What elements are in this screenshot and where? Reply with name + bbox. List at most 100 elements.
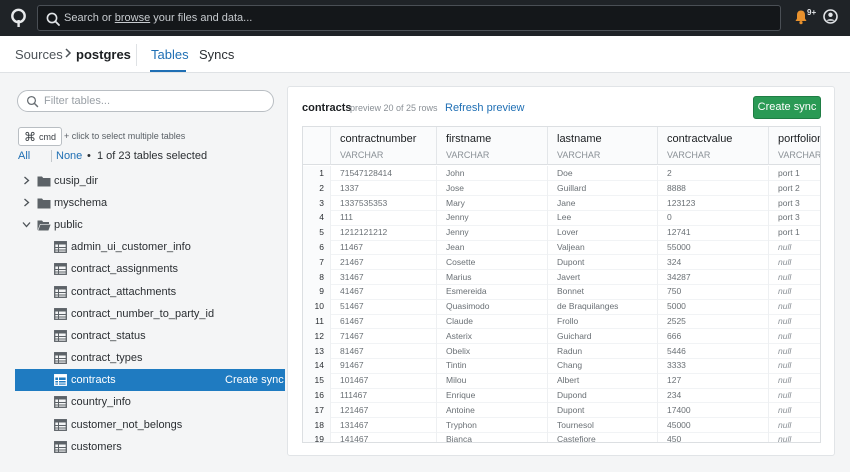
table-cell[interactable]: 101467 [331, 373, 437, 388]
table-cell[interactable]: Jose [437, 180, 548, 196]
select-none-link[interactable]: None [56, 150, 82, 162]
table-cell[interactable]: Javert [548, 269, 658, 285]
table-cell[interactable]: 61467 [331, 314, 437, 329]
table-item-contract-status[interactable]: contract_status [15, 325, 285, 347]
table-cell[interactable]: port 1 [769, 166, 820, 181]
table-cell[interactable]: Castefiore [548, 432, 658, 442]
table-cell[interactable]: Esmereida [437, 284, 548, 300]
table-cell[interactable]: Quasimodo [437, 299, 548, 314]
table-cell[interactable]: Enrique [437, 388, 548, 403]
table-cell[interactable]: Dupont [548, 402, 658, 418]
tab-syncs[interactable]: Syncs [199, 47, 234, 62]
table-cell[interactable]: Mary [437, 195, 548, 211]
breadcrumb-sources[interactable]: Sources [15, 47, 63, 62]
table-cell[interactable]: 2 [658, 166, 769, 181]
table-cell[interactable]: null [769, 240, 820, 255]
table-cell[interactable]: Guillard [548, 180, 658, 196]
table-cell[interactable]: Guichard [548, 328, 658, 344]
global-search-input[interactable]: Search or browse your files and data... [37, 5, 781, 31]
table-cell[interactable]: Milou [437, 373, 548, 388]
table-cell[interactable]: Claude [437, 314, 548, 329]
table-cell[interactable]: Bianca [437, 432, 548, 442]
table-cell[interactable]: 324 [658, 254, 769, 270]
create-sync-inline-button[interactable]: Create sync [225, 374, 284, 386]
column-header-contractvalue[interactable]: contractvalue VARCHAR [658, 127, 769, 165]
table-cell[interactable]: Bonnet [548, 284, 658, 300]
table-cell[interactable]: 45000 [658, 417, 769, 433]
table-cell[interactable]: Antoine [437, 402, 548, 418]
table-cell[interactable]: de Braquilanges [548, 299, 658, 314]
table-cell[interactable]: 0 [658, 210, 769, 226]
table-cell[interactable]: Jenny [437, 210, 548, 226]
table-cell[interactable]: Tryphon [437, 417, 548, 433]
table-cell[interactable]: 666 [658, 328, 769, 344]
table-cell[interactable]: 234 [658, 388, 769, 403]
chevron-right-icon[interactable] [22, 176, 31, 185]
table-cell[interactable]: Cosette [437, 254, 548, 270]
column-header-firstname[interactable]: firstname VARCHAR [437, 127, 548, 165]
table-cell[interactable]: 121467 [331, 402, 437, 418]
table-cell[interactable]: null [769, 432, 820, 442]
table-cell[interactable]: null [769, 358, 820, 373]
table-cell[interactable]: Tournesol [548, 417, 658, 433]
table-cell[interactable]: 8888 [658, 180, 769, 196]
table-cell[interactable]: null [769, 270, 820, 285]
chevron-right-icon[interactable] [22, 198, 31, 207]
table-cell[interactable]: null [769, 418, 820, 433]
table-cell[interactable]: 111467 [331, 388, 437, 403]
schema-item-public[interactable]: public [15, 214, 285, 236]
table-cell[interactable]: 111 [331, 210, 437, 226]
table-cell[interactable]: 71547128414 [331, 166, 437, 181]
table-item-country-info[interactable]: country_info [15, 391, 285, 413]
table-cell[interactable]: Doe [548, 166, 658, 181]
chevron-down-icon[interactable] [22, 220, 31, 229]
browse-link[interactable]: browse [115, 12, 150, 24]
table-cell[interactable]: Tintin [437, 358, 548, 374]
table-cell[interactable]: 11467 [331, 240, 437, 255]
table-cell[interactable]: port 1 [769, 225, 820, 240]
table-cell[interactable]: Radun [548, 343, 658, 359]
table-cell[interactable]: port 3 [769, 210, 820, 225]
table-cell[interactable]: null [769, 403, 820, 418]
table-cell[interactable]: 55000 [658, 240, 769, 255]
table-cell[interactable]: null [769, 284, 820, 299]
table-cell[interactable]: Frollo [548, 314, 658, 329]
table-cell[interactable]: 2525 [658, 314, 769, 329]
column-header-lastname[interactable]: lastname VARCHAR [548, 127, 658, 165]
schema-item-cusip-dir[interactable]: cusip_dir [15, 170, 285, 192]
table-cell[interactable]: 1212121212 [331, 225, 437, 240]
table-cell[interactable]: 141467 [331, 432, 437, 442]
table-cell[interactable]: Dupond [548, 388, 658, 403]
tab-tables[interactable]: Tables [151, 47, 189, 62]
table-cell[interactable]: 3333 [658, 358, 769, 374]
table-cell[interactable]: 127 [658, 373, 769, 388]
app-logo-icon[interactable] [10, 8, 27, 28]
select-all-link[interactable]: All [18, 150, 30, 162]
table-cell[interactable]: Jean [437, 240, 548, 255]
table-cell[interactable]: 450 [658, 432, 769, 442]
table-cell[interactable]: null [769, 373, 820, 388]
table-item-contract-attachments[interactable]: contract_attachments [15, 281, 285, 303]
table-cell[interactable]: Chang [548, 358, 658, 374]
table-cell[interactable]: 5446 [658, 343, 769, 359]
table-cell[interactable]: Valjean [548, 240, 658, 255]
table-item-contract-number-to-party-id[interactable]: contract_number_to_party_id [15, 303, 285, 325]
column-header-portfolioname[interactable]: portfolioname VARCHAR [769, 127, 820, 165]
table-cell[interactable]: port 3 [769, 196, 820, 211]
table-cell[interactable]: 1337535353 [331, 195, 437, 211]
column-header-contractnumber[interactable]: contractnumber VARCHAR [331, 127, 437, 165]
table-item-contract-assignments[interactable]: contract_assignments [15, 258, 285, 280]
table-cell[interactable]: 21467 [331, 254, 437, 270]
schema-item-myschema[interactable]: myschema [15, 192, 285, 214]
user-avatar-icon[interactable] [823, 9, 838, 24]
table-cell[interactable]: Obelix [437, 343, 548, 359]
table-cell[interactable]: 34287 [658, 269, 769, 285]
table-cell[interactable]: John [437, 166, 548, 181]
table-item-admin-ui-customer-info[interactable]: admin_ui_customer_info [15, 236, 285, 258]
table-cell[interactable]: 81467 [331, 343, 437, 359]
preview-data-grid[interactable]: contractnumber VARCHAR firstname VARCHAR… [302, 126, 821, 443]
table-cell[interactable]: 123123 [658, 195, 769, 211]
table-cell[interactable]: port 2 [769, 181, 820, 196]
table-cell[interactable]: null [769, 388, 820, 403]
filter-tables-input[interactable] [44, 93, 264, 109]
